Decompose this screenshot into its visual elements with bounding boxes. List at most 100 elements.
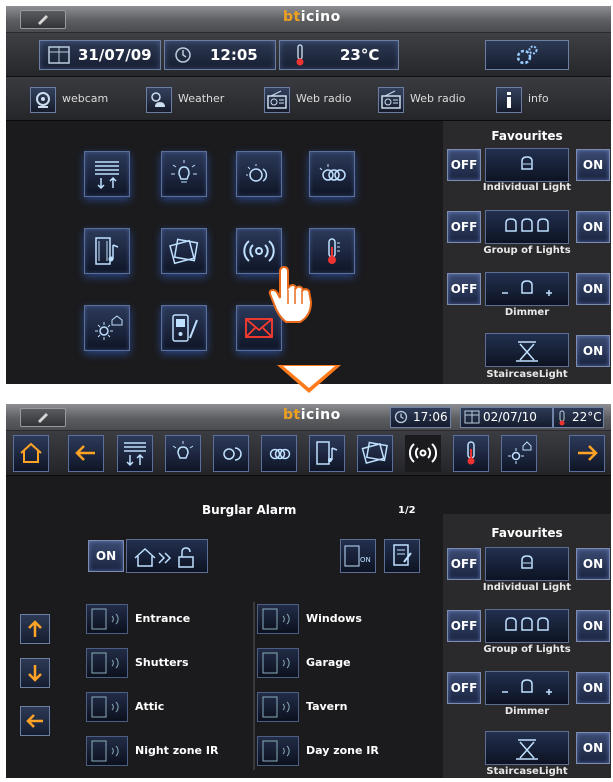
shutters-icon bbox=[124, 442, 146, 467]
fav-on-button[interactable]: ON bbox=[576, 672, 610, 704]
log-button[interactable] bbox=[384, 539, 420, 573]
thermometer-icon bbox=[296, 44, 304, 66]
clock-icon bbox=[394, 410, 408, 424]
temperature-display[interactable]: 23°C bbox=[279, 40, 399, 70]
lamps-icon bbox=[505, 218, 549, 232]
brand-logo: bticino bbox=[283, 407, 341, 423]
energy-button[interactable] bbox=[501, 435, 537, 472]
fav-on-button[interactable]: ON bbox=[576, 335, 610, 367]
fav-off-button[interactable]: OFF bbox=[447, 548, 481, 580]
scenarios-multi-icon bbox=[319, 164, 346, 181]
energy-icon bbox=[508, 441, 532, 464]
zone-sensor-icon bbox=[257, 692, 299, 722]
fav-off-button[interactable]: OFF bbox=[447, 149, 481, 181]
fav-name: Group of Lights bbox=[483, 245, 571, 256]
settings-button[interactable] bbox=[485, 40, 569, 70]
dimmer-icon bbox=[502, 679, 552, 695]
scenarios-multi-button[interactable] bbox=[261, 435, 297, 472]
date-display[interactable]: 31/07/09 bbox=[39, 40, 161, 70]
back-button[interactable] bbox=[68, 435, 104, 472]
burglar-alarm-icon bbox=[243, 240, 275, 262]
audio-button[interactable] bbox=[84, 228, 130, 274]
function-nav-bar bbox=[6, 431, 611, 476]
zones-on-icon: ON bbox=[344, 545, 371, 567]
fav-on-button[interactable]: ON bbox=[576, 149, 610, 181]
zone-sensor-icon bbox=[86, 648, 128, 678]
lighting-button[interactable] bbox=[161, 151, 207, 197]
burglar-alarm-button[interactable] bbox=[405, 435, 441, 472]
house-unlock-icon bbox=[134, 547, 194, 568]
home-button[interactable] bbox=[13, 435, 49, 472]
dimmer-icon bbox=[502, 280, 552, 296]
fav-group-of-lights[interactable] bbox=[485, 609, 569, 643]
scenarios-multi-button[interactable] bbox=[309, 151, 355, 197]
fav-off-button[interactable]: OFF bbox=[447, 211, 481, 243]
shutters-button[interactable] bbox=[117, 435, 153, 472]
scenarios-button[interactable] bbox=[236, 151, 282, 197]
time-text: 12:05 bbox=[210, 46, 258, 64]
fav-on-button[interactable]: ON bbox=[576, 273, 610, 305]
favourites-panel: Favourites OFF ON Individual Light OFF O… bbox=[443, 121, 611, 384]
calendar-icon bbox=[48, 46, 70, 64]
status-bar: 31/07/09 12:05 23°C bbox=[6, 33, 611, 77]
disarm-button[interactable] bbox=[126, 539, 208, 573]
temperature-button[interactable] bbox=[453, 435, 489, 472]
forward-button[interactable] bbox=[569, 435, 605, 472]
fav-staircase-light[interactable] bbox=[485, 731, 569, 765]
zone-sensor-icon bbox=[86, 604, 128, 634]
fav-off-button[interactable]: OFF bbox=[447, 610, 481, 642]
fav-on-button[interactable]: ON bbox=[576, 732, 610, 764]
fav-group-of-lights[interactable] bbox=[485, 210, 569, 244]
scenarios-multi-icon bbox=[269, 448, 291, 460]
scroll-up-button[interactable] bbox=[20, 614, 50, 644]
brand-logo: bticino bbox=[283, 9, 341, 25]
lighting-button[interactable] bbox=[165, 435, 201, 472]
audio-button[interactable] bbox=[309, 435, 345, 472]
burglar-alarm-screen: bticino 17:06 02/07/10 22°C Burglar Alar… bbox=[6, 404, 611, 778]
fav-individual-light[interactable] bbox=[485, 547, 569, 581]
fav-on-button[interactable]: ON bbox=[576, 548, 610, 580]
fav-name: StaircaseLight bbox=[486, 369, 568, 380]
fav-dimmer[interactable] bbox=[485, 272, 569, 306]
staircase-icon bbox=[516, 341, 538, 362]
zone-divider bbox=[253, 602, 255, 770]
title-bar: bticino bbox=[6, 6, 611, 33]
shutters-button[interactable] bbox=[84, 151, 130, 197]
zone-sensor-icon bbox=[86, 692, 128, 722]
alarm-on-button[interactable]: ON bbox=[88, 540, 124, 572]
arrow-left-icon bbox=[26, 714, 43, 728]
fav-on-button[interactable]: ON bbox=[576, 211, 610, 243]
time-display[interactable]: 12:05 bbox=[164, 40, 276, 70]
door-entry-button[interactable] bbox=[161, 305, 207, 351]
section-title: Burglar Alarm bbox=[202, 503, 297, 517]
fav-off-button[interactable]: OFF bbox=[447, 273, 481, 305]
edit-button[interactable] bbox=[20, 408, 66, 427]
multimedia-button[interactable] bbox=[161, 228, 207, 274]
zone-sensor-icon bbox=[257, 604, 299, 634]
favourites-panel: Favourites OFF ON Individual Light OFF O… bbox=[443, 514, 611, 778]
shutters-icon bbox=[95, 161, 119, 190]
multimedia-button[interactable] bbox=[357, 435, 393, 472]
back-button[interactable] bbox=[20, 706, 50, 736]
zones-on-button[interactable]: ON bbox=[340, 539, 376, 573]
time-display[interactable]: 17:06 bbox=[390, 407, 451, 428]
fav-off-button[interactable]: OFF bbox=[447, 672, 481, 704]
multimedia-icon bbox=[169, 238, 199, 265]
fav-name: Dimmer bbox=[504, 706, 550, 717]
scroll-down-button[interactable] bbox=[20, 658, 50, 688]
title-bar: bticino 17:06 02/07/10 22°C bbox=[6, 404, 611, 431]
burglar-alarm-icon bbox=[409, 443, 437, 463]
edit-button[interactable] bbox=[20, 10, 66, 29]
temperature-display[interactable]: 22°C bbox=[553, 407, 604, 428]
fav-on-button[interactable]: ON bbox=[576, 610, 610, 642]
info-icon bbox=[496, 87, 522, 113]
transition-arrow-icon bbox=[277, 365, 341, 393]
document-icon bbox=[393, 544, 412, 566]
fav-individual-light[interactable] bbox=[485, 148, 569, 182]
fav-name: Group of Lights bbox=[483, 644, 571, 655]
fav-staircase-light[interactable] bbox=[485, 333, 569, 367]
fav-dimmer[interactable] bbox=[485, 671, 569, 705]
scenarios-button[interactable] bbox=[213, 435, 249, 472]
energy-button[interactable] bbox=[84, 305, 130, 351]
date-display[interactable]: 02/07/10 bbox=[460, 407, 553, 428]
